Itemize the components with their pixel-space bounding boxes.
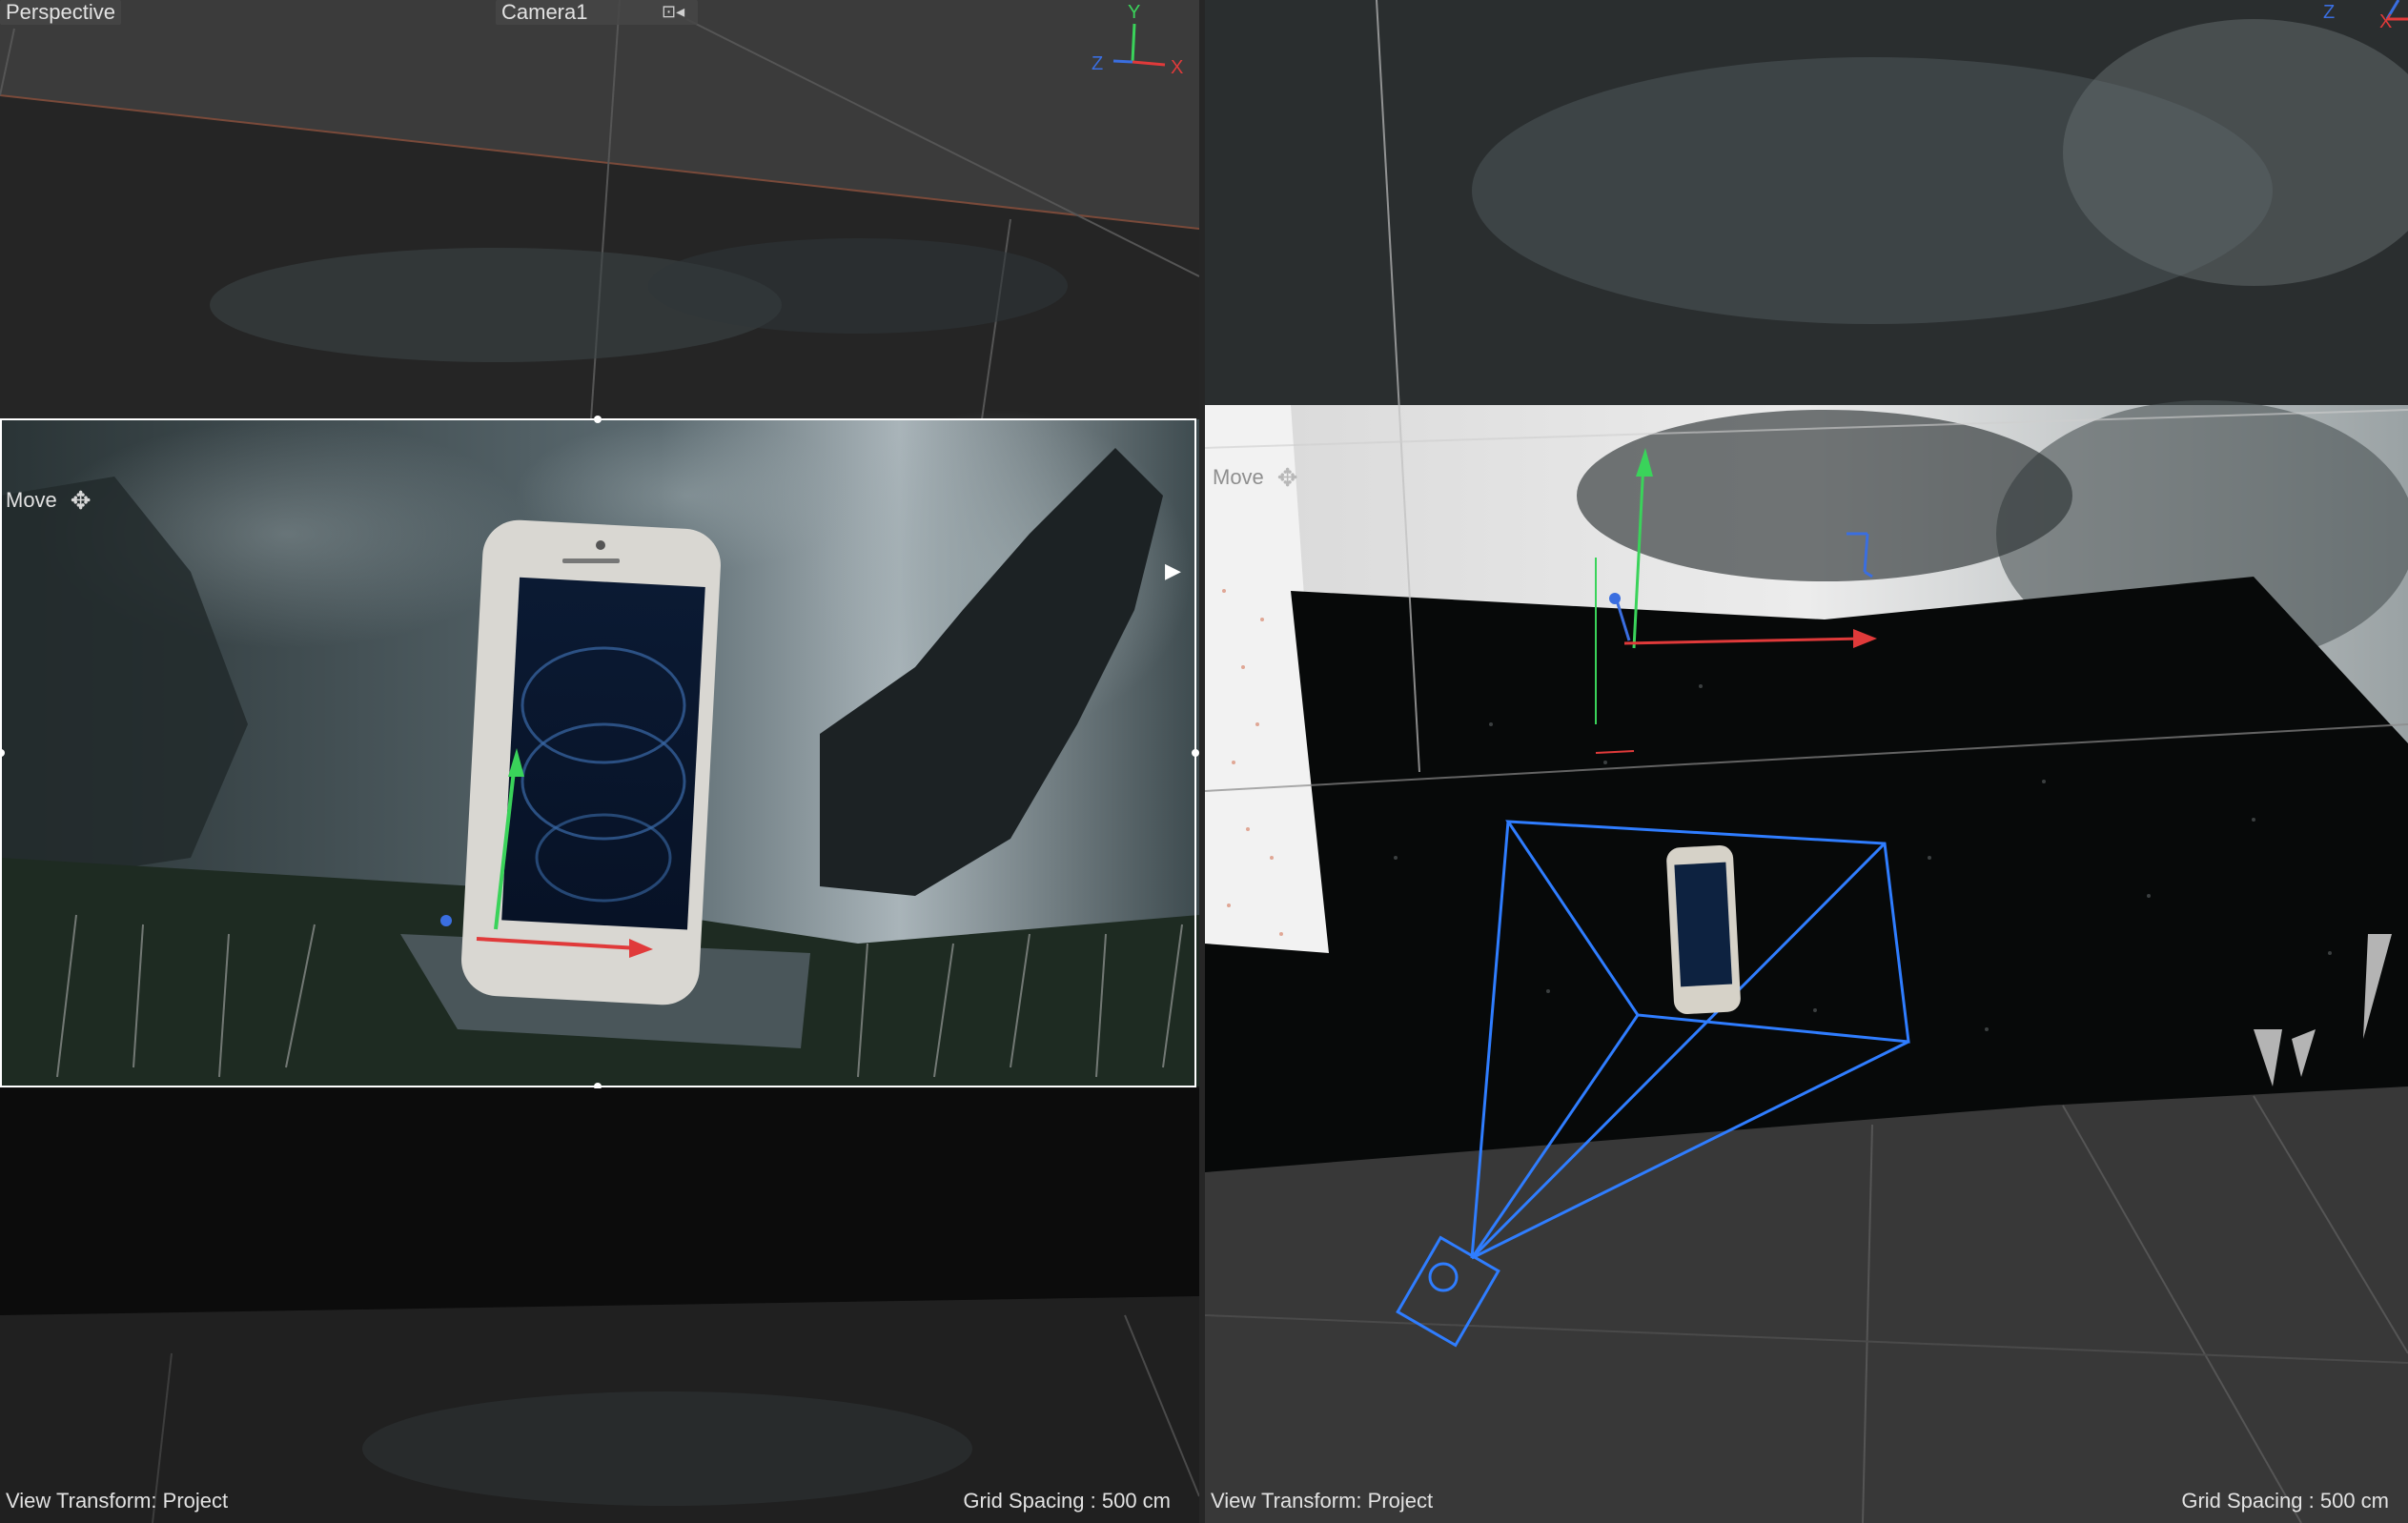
view-transform-label: View Transform: Project — [1211, 1489, 1434, 1513]
axis-z-label: Z — [2323, 2, 2336, 23]
axis-x-label: X — [1171, 57, 1184, 78]
viewport-perspective[interactable]: Perspective Camera1 ⊡◂ Y Z X Move ✥ ▶ Vi… — [0, 0, 1199, 1523]
view-transform-label: View Transform: Project — [6, 1489, 229, 1513]
move-tool-label: Move — [1213, 465, 1264, 489]
axis-z-label: Z — [1092, 53, 1104, 74]
axis-x-label: X — [2379, 11, 2393, 32]
scene-render — [0, 0, 1199, 1523]
move-arrows-icon: ✥ — [70, 486, 92, 515]
move-tool-label: Move — [6, 488, 57, 512]
move-arrows-icon: ✥ — [1276, 463, 1298, 492]
phone-model — [461, 519, 721, 1005]
move-tool-indicator[interactable]: Move ✥ — [1213, 465, 1298, 490]
view-name[interactable]: Perspective — [0, 0, 121, 25]
axis-y-label: Y — [1128, 2, 1141, 23]
viewport-secondary[interactable]: Z X Move ✥ View Transform: Project Grid … — [1205, 0, 2408, 1523]
grid-spacing-label: Grid Spacing : 500 cm — [2181, 1489, 2389, 1513]
camera-name: Camera1 — [501, 0, 588, 24]
scene-render — [1205, 0, 2408, 1523]
grid-spacing-label: Grid Spacing : 500 cm — [963, 1489, 1171, 1513]
move-tool-indicator[interactable]: Move ✥ — [6, 488, 92, 513]
play-arrow-icon[interactable]: ▶ — [1165, 558, 1181, 583]
camera-lock-icon[interactable]: ⊡◂ — [662, 2, 684, 22]
